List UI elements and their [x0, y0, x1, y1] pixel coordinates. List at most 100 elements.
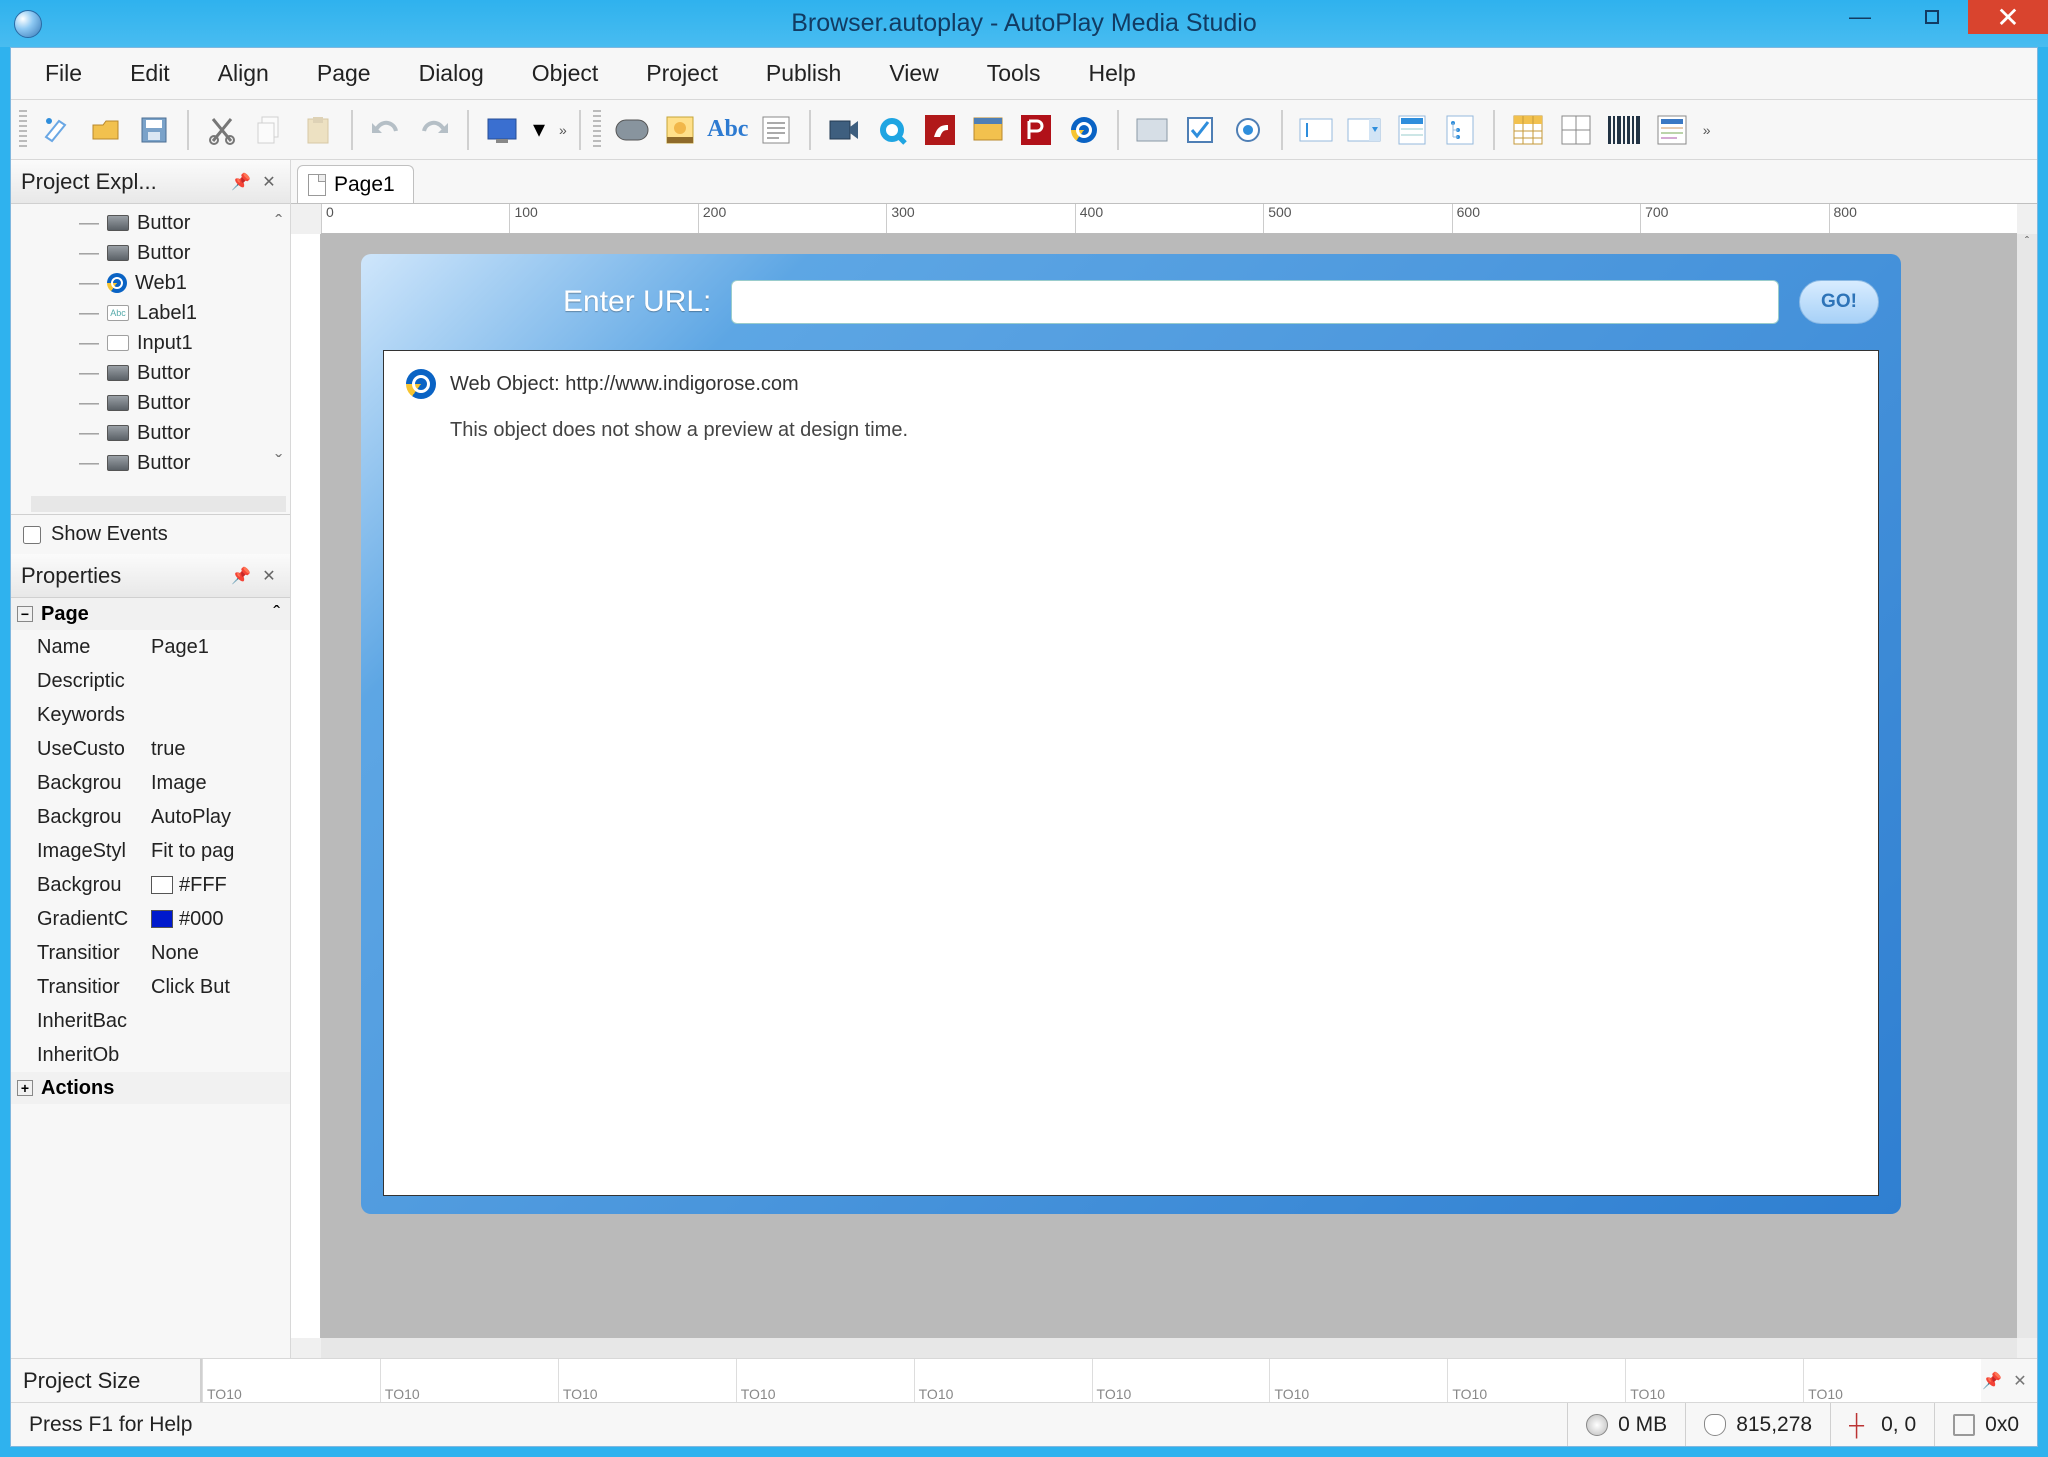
menu-publish[interactable]: Publish [756, 54, 851, 93]
property-row[interactable]: BackgrouAutoPlay [11, 800, 290, 834]
horizontal-scrollbar[interactable] [321, 1338, 2017, 1358]
image-object-icon[interactable] [659, 109, 701, 151]
property-row[interactable]: TransitiorNone [11, 936, 290, 970]
properties-pin-icon[interactable]: 📌 [230, 566, 252, 586]
toolbar-grip-2[interactable] [593, 110, 601, 150]
menu-tools[interactable]: Tools [977, 54, 1051, 93]
statusbar: Press F1 for Help 0 MB 815,278 ┼0, 0 0x0 [11, 1402, 2037, 1446]
menu-object[interactable]: Object [522, 54, 608, 93]
save-icon[interactable] [133, 109, 175, 151]
property-row[interactable]: TransitiorClick But [11, 970, 290, 1004]
property-row[interactable]: InheritBac [11, 1004, 290, 1038]
combobox-object-icon[interactable] [1343, 109, 1385, 151]
prop-group-actions[interactable]: + Actions [11, 1072, 290, 1104]
tree-item[interactable]: —Buttor ˇ [21, 448, 288, 478]
property-row[interactable]: ImageStylFit to pag [11, 834, 290, 868]
open-icon[interactable] [85, 109, 127, 151]
copy-icon[interactable] [249, 109, 291, 151]
button-object-icon[interactable] [611, 109, 653, 151]
property-row[interactable]: Keywords [11, 698, 290, 732]
property-row[interactable]: BackgrouImage [11, 766, 290, 800]
tree-item[interactable]: —Buttor ˆ [21, 208, 288, 238]
tree-item[interactable]: —Web1 [21, 268, 288, 298]
property-row[interactable]: Descriptic [11, 664, 290, 698]
tree-item[interactable]: —Buttor [21, 418, 288, 448]
property-row[interactable]: Backgrou#FFF [11, 868, 290, 902]
design-page[interactable]: Enter URL: GO! Web Object: http://www.in… [361, 254, 1901, 1214]
collapse-icon[interactable]: − [17, 606, 33, 622]
properties-body: − Page ˆ NamePage1DescripticKeywordsUseC… [11, 598, 290, 1358]
tree-item[interactable]: —AbcLabel1 [21, 298, 288, 328]
tab-page1[interactable]: Page1 [297, 165, 414, 203]
xbutton-object-icon[interactable] [1131, 109, 1173, 151]
close-button[interactable]: ✕ [1968, 0, 2048, 34]
menu-view[interactable]: View [879, 54, 948, 93]
menu-help[interactable]: Help [1078, 54, 1145, 93]
property-row[interactable]: UseCustotrue [11, 732, 290, 766]
expand-icon[interactable]: + [17, 1080, 33, 1096]
preview-icon[interactable] [481, 109, 523, 151]
toolbar: ▾ » Abc » [11, 100, 2037, 160]
property-row[interactable]: GradientC#000 [11, 902, 290, 936]
minimize-button[interactable]: — [1824, 0, 1896, 34]
web-object[interactable]: Web Object: http://www.indigorose.com Th… [383, 350, 1879, 1196]
panel-close-icon[interactable]: ✕ [258, 172, 280, 192]
undo-icon[interactable] [365, 109, 407, 151]
web-object-icon[interactable] [1063, 109, 1105, 151]
redo-icon[interactable] [413, 109, 455, 151]
listbox-object-icon[interactable] [1391, 109, 1433, 151]
menu-align[interactable]: Align [208, 54, 279, 93]
toolbar-overflow-icon[interactable]: » [559, 122, 567, 138]
show-events-checkbox[interactable] [23, 526, 41, 544]
menu-page[interactable]: Page [307, 54, 381, 93]
url-input[interactable] [731, 280, 1779, 324]
input-object-icon[interactable] [1295, 109, 1337, 151]
menu-dialog[interactable]: Dialog [409, 54, 494, 93]
richtext-object-icon[interactable] [1651, 109, 1693, 151]
new-icon[interactable] [37, 109, 79, 151]
tree-item[interactable]: —Input1 [21, 328, 288, 358]
checkbox-object-icon[interactable] [1179, 109, 1221, 151]
project-explorer-header[interactable]: Project Expl... 📌 ✕ [11, 160, 290, 204]
menu-project[interactable]: Project [636, 54, 728, 93]
paragraph-object-icon[interactable] [755, 109, 797, 151]
grid-object-icon[interactable] [1507, 109, 1549, 151]
canvas[interactable]: Enter URL: GO! Web Object: http://www.in… [321, 234, 2017, 1338]
video-object-icon[interactable] [823, 109, 865, 151]
slideshow-object-icon[interactable] [967, 109, 1009, 151]
btn-icon [107, 365, 129, 381]
tree-item[interactable]: —Buttor [21, 358, 288, 388]
toolbar-overflow-icon-2[interactable]: » [1703, 122, 1711, 138]
explorer-hscroll[interactable] [31, 496, 286, 512]
barcode-object-icon[interactable] [1603, 109, 1645, 151]
tree-item[interactable]: —Buttor [21, 238, 288, 268]
prop-group-page[interactable]: − Page ˆ [11, 598, 290, 630]
flash-object-icon[interactable] [919, 109, 961, 151]
menu-file[interactable]: File [35, 54, 92, 93]
grid2-object-icon[interactable] [1555, 109, 1597, 151]
tree-item[interactable]: —Buttor [21, 388, 288, 418]
go-button[interactable]: GO! [1799, 280, 1879, 324]
vertical-scrollbar[interactable]: ˆ [2017, 234, 2037, 1338]
pdf-object-icon[interactable] [1015, 109, 1057, 151]
cut-icon[interactable] [201, 109, 243, 151]
label-object-icon[interactable]: Abc [707, 109, 749, 151]
paste-icon[interactable] [297, 109, 339, 151]
property-row[interactable]: InheritOb [11, 1038, 290, 1072]
projectsize-close-icon[interactable]: ✕ [2009, 1371, 2031, 1391]
radiobutton-object-icon[interactable] [1227, 109, 1269, 151]
maximize-button[interactable] [1896, 0, 1968, 34]
quicktime-object-icon[interactable] [871, 109, 913, 151]
property-row[interactable]: NamePage1 [11, 630, 290, 664]
menu-edit[interactable]: Edit [120, 54, 180, 93]
toolbar-grip[interactable] [19, 110, 27, 150]
status-coords-cell: 815,278 [1685, 1403, 1830, 1446]
show-events-row[interactable]: Show Events [11, 514, 290, 554]
window-title: Browser.autoplay - AutoPlay Media Studio [791, 9, 1257, 38]
panel-pin-icon[interactable]: 📌 [230, 172, 252, 192]
projectsize-pin-icon[interactable]: 📌 [1981, 1371, 2003, 1391]
tree-object-icon[interactable] [1439, 109, 1481, 151]
properties-header[interactable]: Properties 📌 ✕ [11, 554, 290, 598]
dropdown-icon[interactable]: ▾ [529, 109, 549, 151]
properties-close-icon[interactable]: ✕ [258, 566, 280, 586]
